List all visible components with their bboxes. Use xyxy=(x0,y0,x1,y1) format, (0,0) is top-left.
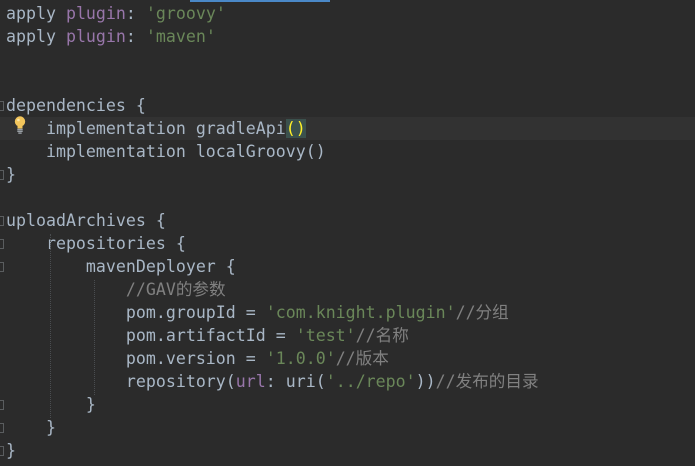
code-line[interactable]: apply plugin: 'maven' xyxy=(0,25,216,48)
fold-marker[interactable] xyxy=(0,216,4,226)
code-token: apply xyxy=(6,27,66,46)
code-token: : xyxy=(125,27,146,46)
lightbulb-icon[interactable] xyxy=(13,115,27,135)
code-string: 'maven' xyxy=(145,27,216,46)
code-line[interactable]: implementation gradleApi() xyxy=(0,117,695,140)
code-line[interactable]: pom.groupId = 'com.knight.plugin'//分组 xyxy=(0,301,509,324)
code-line[interactable]: dependencies { xyxy=(0,94,146,117)
code-line[interactable] xyxy=(0,48,6,71)
code-comment: //GAV的参数 xyxy=(6,280,226,299)
fold-marker[interactable] xyxy=(0,101,4,111)
code-line[interactable]: } xyxy=(0,393,96,416)
code-token: plugin xyxy=(65,4,126,23)
code-token: mavenDeployer { xyxy=(6,257,236,276)
fold-marker[interactable] xyxy=(0,170,4,180)
fold-marker[interactable] xyxy=(0,423,4,433)
code-line[interactable]: repositories { xyxy=(0,232,186,255)
code-line[interactable]: repository(url: uri('../repo'))//发布的目录 xyxy=(0,370,539,393)
code-string: '1.0.0' xyxy=(265,349,336,368)
code-line[interactable]: apply plugin: 'groovy' xyxy=(0,2,226,25)
code-comment: //分组 xyxy=(455,303,509,322)
code-token: } xyxy=(6,418,56,437)
code-line[interactable]: //GAV的参数 xyxy=(0,278,226,301)
code-token: )) xyxy=(415,372,436,391)
code-editor[interactable]: apply plugin: 'groovy' apply plugin: 'mav… xyxy=(0,0,695,466)
code-token: plugin xyxy=(65,27,126,46)
brace-match: () xyxy=(285,119,306,138)
code-token: } xyxy=(6,441,16,460)
indent-guide xyxy=(94,280,95,395)
code-string: 'com.knight.plugin' xyxy=(265,303,456,322)
code-line[interactable]: uploadArchives { xyxy=(0,209,166,232)
code-line[interactable]: mavenDeployer { xyxy=(0,255,236,278)
indent-guide xyxy=(50,234,51,418)
code-token: pom.groupId = xyxy=(6,303,266,322)
code-comment: //版本 xyxy=(335,349,389,368)
fold-marker[interactable] xyxy=(0,400,4,410)
code-token: implementation gradleApi xyxy=(6,119,286,138)
code-comment: //发布的目录 xyxy=(435,372,539,391)
code-line[interactable]: } xyxy=(0,416,56,439)
fold-marker[interactable] xyxy=(0,239,4,249)
code-token: implementation localGroovy() xyxy=(6,142,326,161)
code-token: dependencies { xyxy=(6,96,146,115)
code-token: : xyxy=(125,4,146,23)
code-token: apply xyxy=(6,4,66,23)
code-token: } xyxy=(6,165,16,184)
code-token: pom.version = xyxy=(6,349,266,368)
code-token: repository( xyxy=(6,372,236,391)
code-line[interactable] xyxy=(0,71,6,94)
code-string: 'groovy' xyxy=(145,4,226,23)
fold-marker[interactable] xyxy=(0,446,4,456)
code-line[interactable]: pom.artifactId = 'test'//名称 xyxy=(0,324,409,347)
code-token: repositories { xyxy=(6,234,186,253)
code-comment: //名称 xyxy=(355,326,409,345)
code-token: uploadArchives { xyxy=(6,211,166,230)
code-line[interactable]: implementation localGroovy() xyxy=(0,140,326,163)
code-token: : uri( xyxy=(265,372,326,391)
code-string: '../repo' xyxy=(325,372,416,391)
code-token: url xyxy=(235,372,266,391)
fold-marker[interactable] xyxy=(0,262,4,272)
code-line[interactable] xyxy=(0,186,6,209)
code-string: 'test' xyxy=(295,326,356,345)
code-line[interactable]: pom.version = '1.0.0'//版本 xyxy=(0,347,389,370)
